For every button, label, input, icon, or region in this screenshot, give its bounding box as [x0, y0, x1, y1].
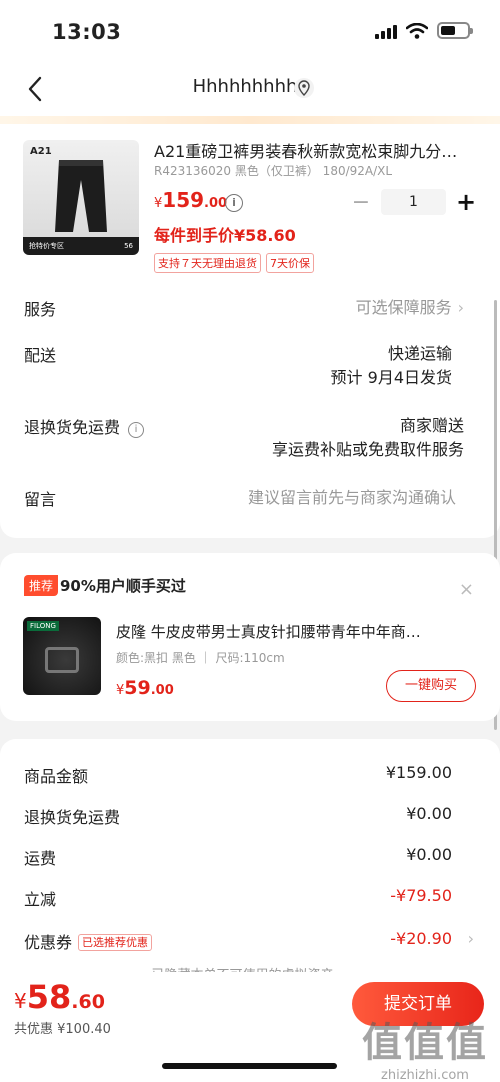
quantity-stepper: − 1 +	[349, 188, 478, 216]
return-shipping-label-text: 退换货免运费	[24, 418, 121, 437]
page-title-text: Hhhhhhhhh	[192, 76, 298, 97]
watermark-logo: 值值值	[362, 1020, 488, 1066]
discount-label: 立减	[24, 890, 57, 909]
recommend-product-name[interactable]: 皮隆 牛皮皮带男士真皮针扣腰带青年中年商…	[116, 621, 466, 642]
wifi-icon	[406, 22, 428, 39]
delivery-method: 快递运输	[387, 344, 452, 363]
discount-row[interactable]: 立减 -¥79.50	[24, 886, 452, 910]
return-shipping-label: 退换货免运费 i	[24, 414, 145, 438]
price-info-icon[interactable]: i	[225, 194, 243, 212]
return-info-icon[interactable]: i	[128, 422, 145, 438]
coupon-label: 优惠券	[24, 933, 73, 952]
status-bar: 13:03	[0, 0, 500, 62]
recommend-price-integer: 59	[124, 677, 151, 699]
location-pin-icon[interactable]	[293, 77, 315, 99]
total-integer: 58	[26, 978, 72, 1016]
battery-icon	[437, 22, 473, 39]
delivery-date: 预计 9月4日发货	[330, 368, 452, 387]
coupon-tag: 已选推荐优惠	[78, 934, 153, 951]
note-label: 留言	[24, 490, 57, 509]
goods-amount-row: 商品金额 ¥159.00	[24, 763, 452, 787]
shipping-row: 运费 ¥0.00	[24, 845, 452, 869]
watermark: 值值值 zhizhizhi.com	[362, 1010, 488, 1082]
pants-illustration	[55, 160, 107, 232]
recommend-image-logo: FILONG	[27, 621, 59, 631]
product-title[interactable]: A21重磅卫裤男装春秋新款宽松束脚九分…	[154, 138, 478, 162]
price-decimal: .00	[204, 196, 228, 211]
chevron-right-icon: ›	[467, 929, 474, 948]
price-summary-card: 商品金额 ¥159.00 退换货免运费 ¥0.00 运费 ¥0.00 立减 -¥…	[0, 739, 500, 999]
page-title: Hhhhhhhhh	[0, 76, 500, 97]
decrease-button[interactable]: −	[349, 190, 373, 215]
order-item-card: A21 抢特价专区 56 A21重磅卫裤男装春秋新款宽松束脚九分… R42313…	[0, 124, 500, 538]
shipping-value: ¥0.00	[406, 845, 452, 864]
belt-buckle-illustration	[45, 647, 79, 673]
total-decimal: .60	[71, 991, 105, 1013]
status-time: 13:03	[52, 20, 122, 44]
return-free-label: 退换货免运费	[24, 808, 121, 827]
close-icon[interactable]: ×	[459, 579, 474, 600]
increase-button[interactable]: +	[454, 188, 478, 216]
recommend-product-image[interactable]: FILONG	[23, 617, 101, 695]
return-policy-tag: 支持７天无理由退货	[154, 253, 261, 273]
service-value-text: 可选保障服务	[355, 298, 452, 317]
status-icons	[375, 22, 473, 39]
one-click-buy-button[interactable]: 一键购买	[386, 670, 476, 702]
chevron-right-icon: ›	[457, 298, 464, 317]
total-price: ¥58.60	[14, 978, 105, 1016]
image-brand-label: A21	[30, 146, 52, 157]
price-integer: 159	[162, 188, 205, 212]
coupon-value: -¥20.90	[390, 929, 452, 948]
discount-value: -¥79.50	[390, 886, 452, 905]
recommend-product-sku: 颜色:黑扣 黑色 ｜ 尺码:110cm	[116, 651, 285, 665]
deal-price: 每件到手价¥58.60	[154, 226, 296, 245]
watermark-url: zhizhizhi.com	[381, 1068, 469, 1082]
image-banner-right: 56	[124, 242, 133, 250]
price-protect-tag: 7天价保	[266, 253, 314, 273]
home-indicator[interactable]	[162, 1063, 337, 1069]
product-sku[interactable]: R423136020 黑色（仅卫裤） 180/92A/XL	[154, 162, 392, 179]
image-banner: 抢特价专区 56	[23, 237, 139, 255]
service-tags: 支持７天无理由退货 7天价保	[154, 253, 314, 273]
product-image[interactable]: A21 抢特价专区 56	[23, 140, 139, 255]
return-shipping-value: 商家赠送 享运费补贴或免费取件服务	[272, 414, 464, 462]
coupon-row[interactable]: 优惠券 已选推荐优惠 -¥20.90 ›	[24, 929, 474, 953]
product-price: ¥159.00	[154, 188, 227, 212]
goods-amount-value: ¥159.00	[385, 763, 452, 782]
signal-icon	[375, 23, 397, 39]
image-banner-left: 抢特价专区	[29, 242, 64, 250]
goods-amount-label: 商品金额	[24, 767, 89, 786]
recommendation-card: 推荐 90%用户顺手买过 × FILONG 皮隆 牛皮皮带男士真皮针扣腰带青年中…	[0, 553, 500, 721]
service-label: 服务	[24, 300, 57, 319]
note-input[interactable]: 建议留言前先与商家沟通确认	[248, 486, 456, 510]
shipping-label: 运费	[24, 849, 57, 868]
delivery-label: 配送	[24, 346, 57, 365]
quantity-field[interactable]: 1	[381, 189, 446, 215]
service-value: 可选保障服务 ›	[356, 296, 464, 320]
return-shipping-desc: 享运费补贴或免费取件服务	[271, 440, 464, 459]
return-free-value: ¥0.00	[406, 804, 452, 823]
nav-bar: Hhhhhhhhh	[0, 62, 500, 116]
return-free-row: 退换货免运费 ¥0.00	[24, 804, 452, 828]
recommend-badge: 推荐	[24, 575, 59, 596]
total-currency: ¥	[14, 989, 27, 1013]
recommend-price: ¥59.00	[116, 677, 174, 699]
delivery-value: 快递运输 预计 9月4日发货	[331, 342, 452, 390]
total-saved: 共优惠 ¥100.40	[14, 1022, 111, 1037]
return-shipping-gift: 商家赠送	[399, 416, 464, 435]
decorative-strip	[0, 116, 500, 124]
recommend-title: 90%用户顺手买过	[60, 577, 186, 595]
recommend-price-decimal: .00	[150, 683, 174, 698]
